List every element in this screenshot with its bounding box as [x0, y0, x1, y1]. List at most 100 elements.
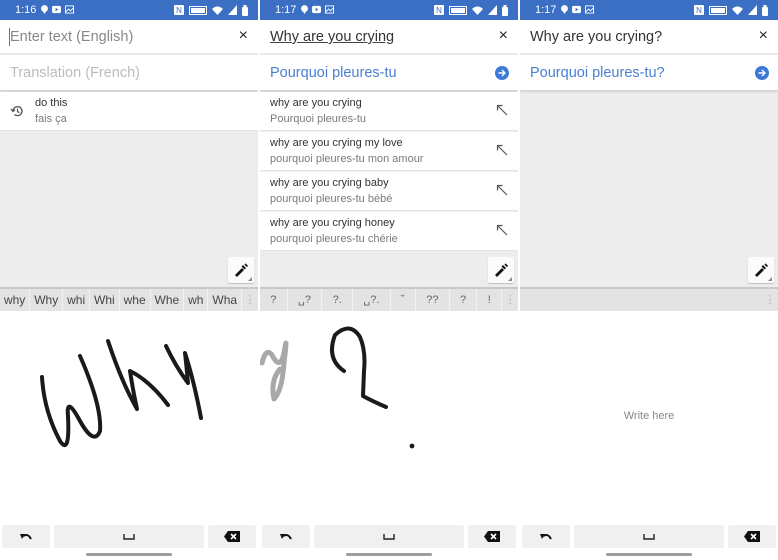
location-icon: [41, 5, 48, 14]
translation-row: Translation (French): [0, 55, 258, 90]
navigation-handle[interactable]: [86, 553, 172, 556]
open-translation-button[interactable]: [755, 66, 769, 80]
navigation-handle[interactable]: [606, 553, 692, 556]
battery-icon: [762, 4, 768, 16]
screen-2: 1:17 N Why are you crying × Pourquoi ple…: [260, 0, 518, 560]
stroke-w: [40, 354, 103, 448]
suggestion-source: why are you crying my love: [270, 137, 403, 149]
handwriting-pen-button[interactable]: [748, 257, 774, 283]
space-key[interactable]: [314, 525, 464, 548]
undo-button[interactable]: [2, 525, 50, 548]
more-suggestions-handle[interactable]: ⋮: [762, 289, 778, 311]
clear-button[interactable]: ×: [499, 28, 508, 44]
translation-row[interactable]: Pourquoi pleures-tu: [260, 55, 518, 90]
insert-arrow-icon[interactable]: [496, 184, 508, 196]
stroke-question: [330, 326, 388, 409]
youtube-icon: [572, 5, 581, 14]
signal-icon: [228, 5, 237, 15]
space-icon: [643, 533, 655, 540]
wifi-icon: [732, 6, 743, 15]
backspace-key[interactable]: [208, 525, 256, 548]
source-input[interactable]: Enter text (English): [10, 29, 133, 45]
handwriting-canvas[interactable]: Write here: [520, 311, 778, 522]
nfc-icon: N: [694, 5, 704, 15]
suggestion-source: why are you crying honey: [270, 217, 395, 229]
suggestion-chip[interactable]: ␣?: [288, 289, 323, 311]
insert-arrow-icon[interactable]: [496, 144, 508, 156]
arrow-right-icon: [758, 69, 766, 77]
svg-text:N: N: [176, 6, 182, 15]
battery-icon: [502, 4, 508, 16]
suggestion-chip[interactable]: Whi: [90, 289, 120, 311]
status-bar: 1:16 N: [0, 0, 258, 20]
history-icon: [10, 106, 23, 117]
space-key[interactable]: [574, 525, 724, 548]
status-time: 1:17: [535, 4, 557, 16]
suggestion-chip[interactable]: ??: [416, 289, 450, 311]
suggestion-chip[interactable]: ˘: [391, 289, 416, 311]
source-input-row[interactable]: Why are you crying? ×: [520, 20, 778, 54]
handwriting-canvas[interactable]: [0, 311, 258, 522]
handwriting-strokes: [40, 339, 203, 448]
undo-button[interactable]: [522, 525, 570, 548]
backspace-key[interactable]: [728, 525, 776, 548]
suggestion-chip[interactable]: whe: [120, 289, 151, 311]
suggestion-translation: pourquoi pleures-tu chérie: [270, 233, 398, 245]
suggestion-empty: [520, 289, 762, 311]
navigation-handle[interactable]: [346, 553, 432, 556]
autocomplete-item[interactable]: why are you crying baby pourquoi pleures…: [260, 172, 518, 211]
resize-corner: [508, 277, 512, 281]
translation-row[interactable]: Pourquoi pleures-tu?: [520, 55, 778, 90]
bottom-key-row: [520, 522, 778, 560]
suggestion-chip[interactable]: Wha: [208, 289, 243, 311]
suggestion-chip[interactable]: ?: [260, 289, 288, 311]
history-list: do this fais ça: [0, 92, 258, 132]
more-suggestions-handle[interactable]: ⋮: [242, 289, 258, 311]
source-input[interactable]: Why are you crying?: [530, 29, 662, 45]
space-key[interactable]: [54, 525, 204, 548]
suggestion-chip[interactable]: wh: [184, 289, 209, 311]
autocomplete-item[interactable]: why are you crying my love pourquoi pleu…: [260, 132, 518, 171]
insert-arrow-icon[interactable]: [496, 224, 508, 236]
open-translation-button[interactable]: [495, 66, 509, 80]
source-input-row[interactable]: Enter text (English) ×: [0, 20, 258, 54]
suggestion-chip[interactable]: ?.: [322, 289, 354, 311]
autocomplete-item[interactable]: why are you crying honey pourquoi pleure…: [260, 212, 518, 251]
history-translation: fais ça: [35, 113, 67, 125]
pen-icon: [495, 263, 509, 277]
suggestion-bar: ? ␣? ?. ␣?. ˘ ?? ? ! ⋮: [260, 287, 518, 311]
bottom-key-row: [260, 522, 518, 560]
undo-button[interactable]: [262, 525, 310, 548]
autocomplete-list: why are you crying Pourquoi pleures-tu w…: [260, 92, 518, 252]
more-suggestions-handle[interactable]: ⋮: [502, 289, 518, 311]
history-source: do this: [35, 97, 68, 109]
suggestion-chip[interactable]: whi: [63, 289, 91, 311]
stroke-dot: [409, 443, 415, 449]
handwriting-canvas[interactable]: [260, 311, 518, 522]
insert-arrow-icon[interactable]: [496, 104, 508, 116]
suggestion-chip[interactable]: Whe: [151, 289, 185, 311]
backspace-icon: [224, 531, 240, 542]
history-item[interactable]: do this fais ça: [0, 92, 258, 131]
nfc-icon: N: [434, 5, 444, 15]
handwriting-pen-button[interactable]: [228, 257, 254, 283]
volte-icon: [709, 5, 727, 15]
autocomplete-item[interactable]: why are you crying Pourquoi pleures-tu: [260, 92, 518, 131]
clear-button[interactable]: ×: [239, 28, 248, 44]
location-icon: [301, 5, 308, 14]
translation-output: Translation (French): [10, 65, 141, 81]
suggestion-chip[interactable]: why: [0, 289, 31, 311]
source-input-row[interactable]: Why are you crying ×: [260, 20, 518, 54]
nfc-icon: N: [174, 5, 184, 15]
clear-button[interactable]: ×: [759, 28, 768, 44]
backspace-key[interactable]: [468, 525, 516, 548]
suggestion-chip[interactable]: Why: [30, 289, 64, 311]
source-input[interactable]: Why are you crying: [270, 29, 394, 45]
suggestion-chip[interactable]: !: [477, 289, 503, 311]
suggestion-translation: Pourquoi pleures-tu: [270, 113, 367, 125]
suggestion-source: why are you crying baby: [270, 177, 389, 189]
undo-icon: [280, 533, 292, 539]
suggestion-chip[interactable]: ?: [450, 289, 478, 311]
suggestion-chip[interactable]: ␣?.: [353, 289, 391, 311]
handwriting-pen-button[interactable]: [488, 257, 514, 283]
